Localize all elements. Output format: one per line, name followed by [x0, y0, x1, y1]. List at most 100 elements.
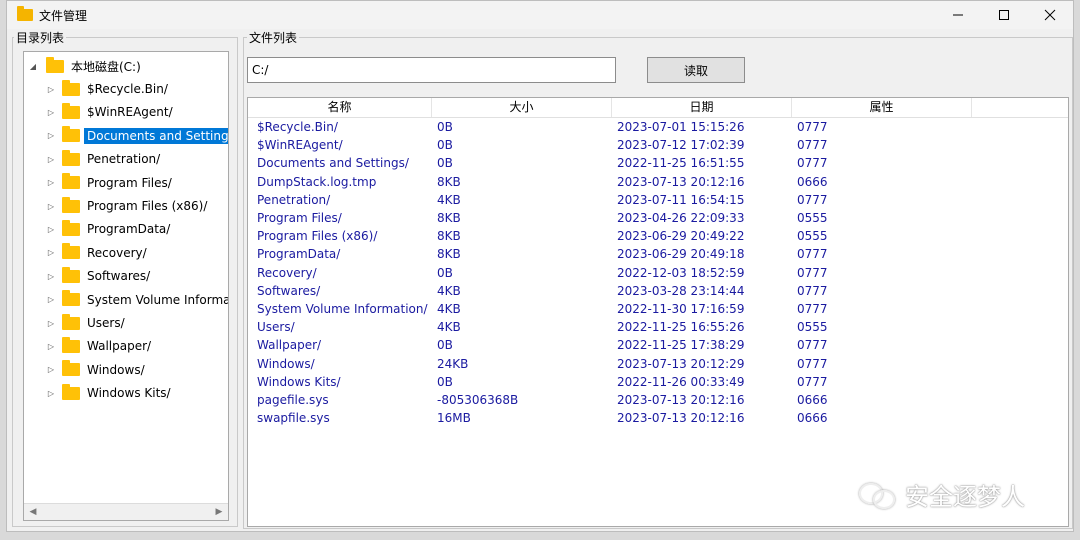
cell-name: System Volume Information/ — [257, 302, 428, 316]
tree-item[interactable]: ▷ Penetration/ — [46, 148, 163, 170]
tree-horizontal-scrollbar[interactable]: ◀ ▶ — [24, 503, 228, 520]
expand-arrow-icon[interactable]: ▷ — [46, 154, 56, 164]
table-row[interactable]: $WinREAgent/0B 2023-07-12 17:02:39 0777 — [248, 136, 1068, 154]
file-list[interactable]: 名称 大小 日期 属性 $Recycle.Bin/0B 2023-07-01 15… — [247, 97, 1069, 527]
window-title: 文件管理 — [39, 9, 88, 23]
folder-icon — [62, 126, 80, 143]
tree-item[interactable]: ▷ $WinREAgent/ — [46, 101, 176, 123]
tree-item-label: Program Files (x86)/ — [87, 199, 208, 213]
tree-item[interactable]: ▷ Program Files (x86)/ — [46, 195, 210, 217]
expand-arrow-icon[interactable]: ▷ — [46, 178, 56, 188]
tree-item[interactable]: ▷ $Recycle.Bin/ — [46, 78, 171, 100]
cell-date: 2023-07-11 16:54:15 — [617, 192, 745, 207]
expand-arrow-icon[interactable]: ▷ — [46, 388, 56, 398]
table-row[interactable]: Users/4KB 2022-11-25 16:55:26 0555 — [248, 318, 1068, 336]
cell-size: 4KB — [437, 192, 461, 207]
table-row[interactable]: System Volume Information/4KB 2022-11-30 … — [248, 300, 1068, 318]
expand-arrow-icon[interactable]: ▷ — [46, 131, 56, 141]
column-header-attr[interactable]: 属性 — [792, 98, 972, 117]
scroll-right-icon[interactable]: ▶ — [212, 505, 226, 519]
cell-name: Documents and Settings/ — [257, 156, 409, 171]
tree-item[interactable]: ▷ Wallpaper/ — [46, 335, 154, 357]
table-row[interactable]: Wallpaper/0B 2022-11-25 17:38:29 0777 — [248, 336, 1068, 354]
cell-attr: 0777 — [797, 192, 828, 207]
cell-name: Softwares/ — [257, 283, 321, 298]
table-row[interactable]: Documents and Settings/0B 2022-11-25 16:5… — [248, 154, 1068, 172]
column-header-size[interactable]: 大小 — [432, 98, 612, 117]
collapse-arrow-icon[interactable]: ◢ — [28, 61, 38, 71]
table-row[interactable]: DumpStack.log.tmp 8KB 2023-07-13 20:12:16 0… — [248, 173, 1068, 191]
expand-arrow-icon[interactable]: ▷ — [46, 84, 56, 94]
wechat-icon — [857, 481, 897, 509]
scroll-left-icon[interactable]: ◀ — [26, 505, 40, 519]
title-bar[interactable]: 文件管理 — [7, 1, 1073, 29]
tree-item[interactable]: ▷ Recovery/ — [46, 242, 150, 264]
table-row[interactable]: Penetration/4KB 2023-07-11 16:54:15 0777 — [248, 191, 1068, 209]
expand-arrow-icon[interactable]: ▷ — [46, 271, 56, 281]
folder-icon — [62, 149, 80, 166]
cell-name: Recovery/ — [257, 265, 317, 280]
tree-root[interactable]: ◢ 本地磁盘(C:) — [28, 55, 144, 77]
cell-size: 24KB — [437, 356, 469, 371]
cell-attr: 0777 — [797, 138, 828, 153]
tree-item[interactable]: ▷ System Volume Information/ — [46, 289, 228, 311]
cell-date: 2023-07-13 20:12:16 — [617, 174, 745, 189]
watermark-text: 安全逐梦人 — [905, 483, 1025, 511]
table-row[interactable]: ProgramData/8KB 2023-06-29 20:49:18 0777 — [248, 245, 1068, 263]
tree-root-label: 本地磁盘(C:) — [71, 59, 141, 74]
cell-size: 4KB — [437, 320, 461, 335]
tree-item[interactable]: ▷ Program Files/ — [46, 172, 175, 194]
expand-arrow-icon[interactable]: ▷ — [46, 201, 56, 211]
expand-arrow-icon[interactable]: ▷ — [46, 248, 56, 258]
table-row[interactable]: Windows/24KB 2023-07-13 20:12:29 0777 — [248, 355, 1068, 373]
read-button[interactable]: 读取 — [647, 57, 745, 83]
cell-attr: 0555 — [797, 320, 828, 335]
cell-name: ProgramData/ — [257, 247, 341, 262]
table-row[interactable]: Recovery/0B 2022-12-03 18:52:59 0777 — [248, 264, 1068, 282]
cell-attr: 0777 — [797, 374, 828, 389]
tree-item-label: System Volume Information/ — [87, 292, 228, 307]
table-row[interactable]: Program Files (x86)/ 8KB 2023-06-29 20:49:… — [248, 227, 1068, 245]
column-header-date[interactable]: 日期 — [612, 98, 792, 117]
table-row[interactable]: Program Files/8KB 2023-04-26 22:09:33 0555 — [248, 209, 1068, 227]
folder-app-icon — [17, 6, 33, 21]
cell-name: pagefile.sys — [257, 393, 329, 407]
path-input[interactable] — [247, 57, 616, 83]
expand-arrow-icon[interactable]: ▷ — [46, 295, 56, 305]
tree-item[interactable]: ▷ Documents and Settings/ — [46, 125, 228, 147]
folder-icon — [62, 290, 80, 307]
expand-arrow-icon[interactable]: ▷ — [46, 341, 56, 351]
tree-item[interactable]: ▷ Windows Kits/ — [46, 382, 174, 404]
cell-date: 2023-04-26 22:09:33 — [617, 211, 745, 225]
cell-date: 2023-06-29 20:49:22 — [617, 229, 745, 244]
tree-item-label: $WinREAgent/ — [87, 105, 173, 120]
table-row[interactable]: swapfile.sys 16MB 2023-07-13 20:12:16 0666 — [248, 409, 1068, 427]
tree-item-label: Recovery/ — [87, 245, 147, 260]
close-button[interactable] — [1027, 1, 1073, 29]
column-header-name[interactable]: 名称 — [248, 98, 432, 117]
tree-item[interactable]: ▷ ProgramData/ — [46, 218, 173, 240]
expand-arrow-icon[interactable]: ▷ — [46, 224, 56, 234]
cell-size: 8KB — [437, 247, 461, 262]
tree-item[interactable]: ▷ Windows/ — [46, 359, 148, 381]
cell-size: 4KB — [437, 302, 461, 316]
tree-item-label: Documents and Settings/ — [84, 127, 228, 144]
table-row[interactable]: $Recycle.Bin/0B 2023-07-01 15:15:26 0777 — [248, 118, 1068, 136]
minimize-button[interactable] — [935, 1, 981, 29]
tree-item[interactable]: ▷ Softwares/ — [46, 265, 153, 287]
folder-icon — [62, 79, 80, 96]
cell-attr: 0777 — [797, 120, 828, 134]
cell-attr: 0666 — [797, 174, 828, 189]
tree-item[interactable]: ▷ Users/ — [46, 312, 128, 334]
cell-size: 8KB — [437, 211, 461, 225]
tree-item-label: Program Files/ — [87, 175, 172, 190]
expand-arrow-icon[interactable]: ▷ — [46, 107, 56, 117]
table-row[interactable]: pagefile.sys -805306368B 2023-07-13 20:12:… — [248, 391, 1068, 409]
directory-tree[interactable]: ◢ 本地磁盘(C:) ▷ $Recycle.Bin/ ▷ $WinREAgent/ ▷ D… — [23, 51, 229, 521]
expand-arrow-icon[interactable]: ▷ — [46, 318, 56, 328]
maximize-button[interactable] — [981, 1, 1027, 29]
expand-arrow-icon[interactable]: ▷ — [46, 365, 56, 375]
table-row[interactable]: Windows Kits/0B 2022-11-26 00:33:49 0777 — [248, 373, 1068, 391]
cell-attr: 0777 — [797, 247, 828, 262]
table-row[interactable]: Softwares/4KB 2023-03-28 23:14:44 0777 — [248, 282, 1068, 300]
